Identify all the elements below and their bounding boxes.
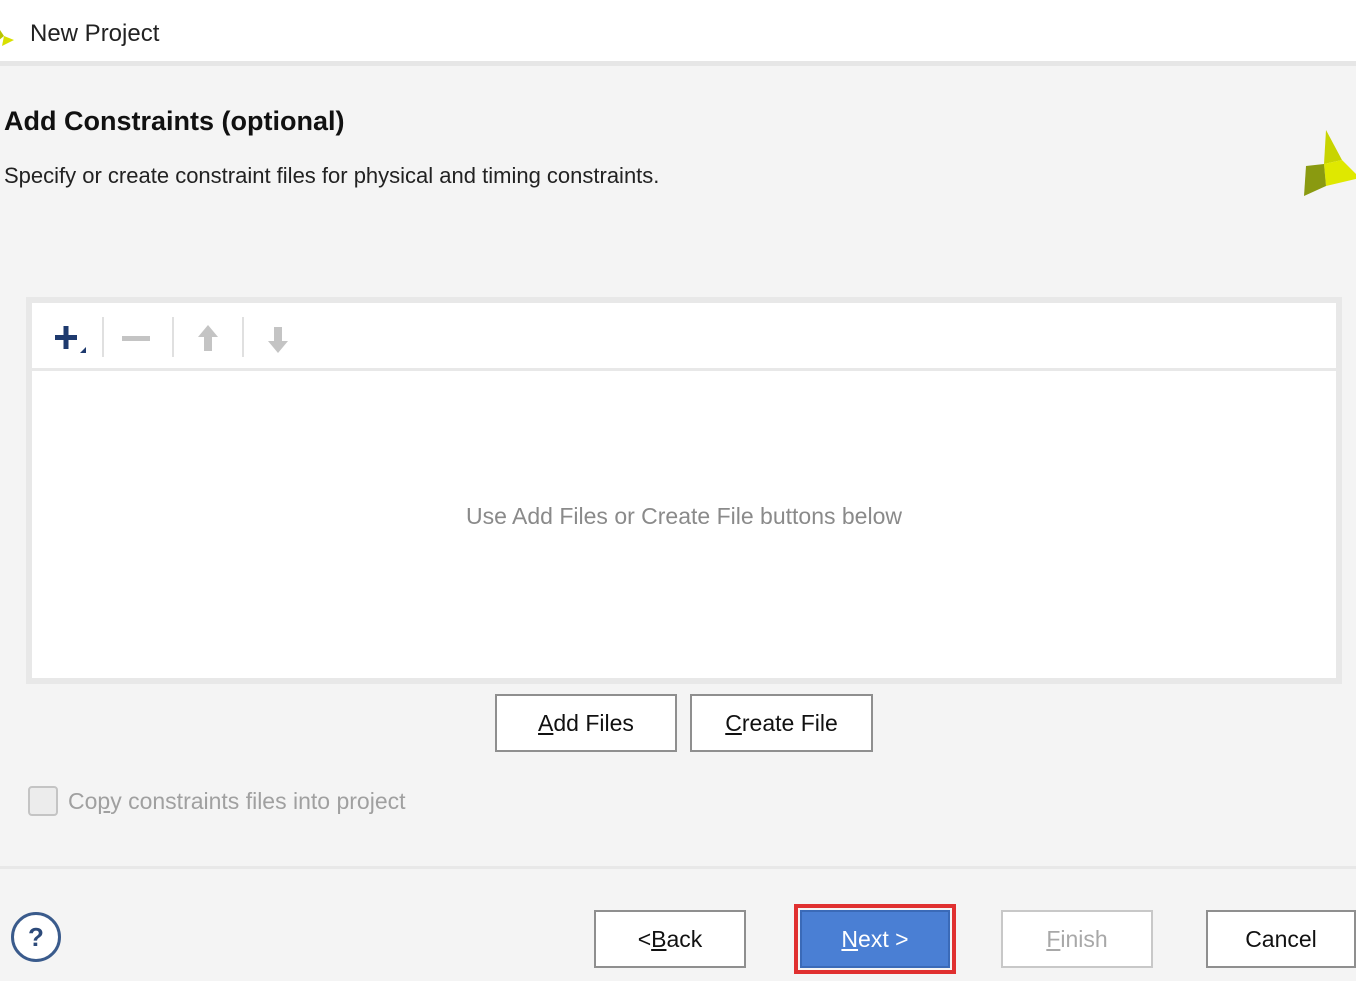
empty-list-message: Use Add Files or Create File buttons bel… [466, 503, 902, 529]
add-icon [55, 326, 86, 353]
button-label: ext > [858, 925, 909, 952]
move-up-button[interactable] [186, 317, 230, 361]
copy-constraints-checkbox[interactable] [28, 786, 58, 816]
remove-button[interactable] [116, 317, 160, 361]
mnemonic: N [841, 925, 859, 952]
button-label: ack [666, 925, 703, 952]
toolbar-separator [242, 317, 244, 357]
back-button[interactable]: < Back [594, 910, 746, 968]
vivado-logo-icon [1304, 130, 1356, 196]
copy-constraints-option[interactable]: Copy constraints files into project [28, 785, 406, 817]
mnemonic: B [651, 925, 667, 952]
button-label: Cancel [1245, 925, 1317, 952]
remove-icon [122, 336, 150, 341]
help-icon: ? [28, 921, 44, 952]
cancel-button[interactable]: Cancel [1206, 910, 1356, 968]
copy-constraints-label: Copy constraints files into project [68, 787, 406, 814]
mnemonic: F [1046, 925, 1061, 952]
file-toolbar [32, 303, 1336, 371]
move-down-button[interactable] [256, 317, 300, 361]
next-button[interactable]: Next > [794, 904, 956, 974]
vivado-logo-icon [0, 30, 14, 46]
button-label: < [637, 925, 652, 952]
title-bar: New Project [0, 0, 1356, 66]
toolbar-separator [102, 317, 104, 357]
footer-divider [0, 866, 1356, 869]
add-button[interactable] [48, 317, 92, 361]
mnemonic: C [725, 709, 742, 736]
move-up-icon [198, 325, 218, 351]
button-label: dd Files [553, 709, 634, 736]
window-title: New Project [30, 20, 160, 47]
new-project-dialog: New Project Add Constraints (optional) S… [0, 0, 1356, 981]
create-file-button[interactable]: Create File [690, 694, 873, 752]
move-down-icon [268, 327, 288, 353]
mnemonic: A [538, 709, 554, 736]
button-label: reate File [741, 709, 838, 736]
finish-button[interactable]: Finish [1001, 910, 1153, 968]
page-title: Add Constraints (optional) [4, 106, 345, 136]
constraint-file-list[interactable]: Use Add Files or Create File buttons bel… [26, 297, 1342, 684]
button-label: inish [1060, 925, 1108, 952]
add-files-button[interactable]: Add Files [495, 694, 677, 752]
help-button[interactable]: ? [11, 912, 61, 962]
toolbar-separator [172, 317, 174, 357]
page-description: Specify or create constraint files for p… [4, 163, 660, 188]
